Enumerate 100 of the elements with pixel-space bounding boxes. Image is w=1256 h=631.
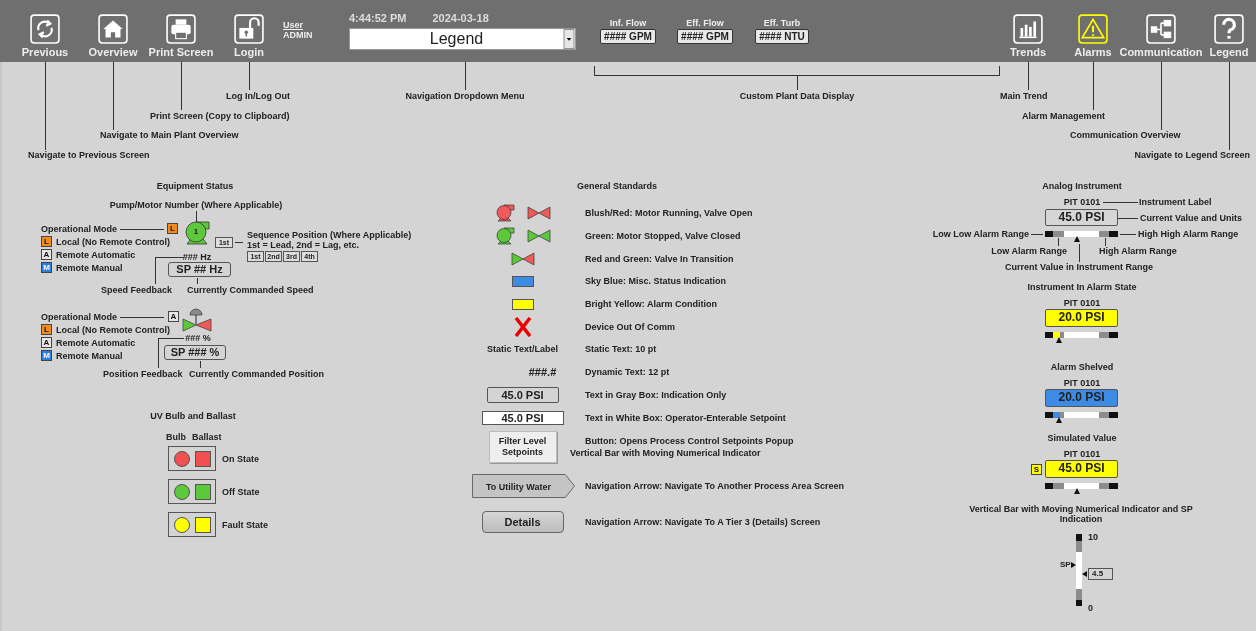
legend-description: Bright Yellow: Alarm Condition bbox=[585, 298, 717, 311]
toolbar-button[interactable]: Trends bbox=[998, 0, 1058, 58]
callout-label: Log In/Log Out bbox=[226, 90, 290, 102]
mode-badge: A bbox=[41, 249, 52, 260]
data-value: #### GPM bbox=[677, 29, 733, 44]
leader-line bbox=[249, 62, 250, 90]
leader-line bbox=[235, 242, 243, 243]
leader-line bbox=[113, 62, 114, 130]
callout-label: High Alarm Range bbox=[1099, 245, 1177, 257]
simulated-badge: S bbox=[1031, 464, 1042, 475]
mode-badge: L bbox=[41, 324, 52, 335]
clock-date: 2024-03-18 bbox=[432, 12, 489, 24]
toolbar-button[interactable]: Previous bbox=[11, 0, 79, 58]
value-box: 20.0 PSI bbox=[1045, 309, 1118, 327]
state-label: On State bbox=[222, 452, 259, 465]
data-label: Eff. Turb bbox=[763, 17, 801, 29]
column-header: Ballast bbox=[192, 431, 222, 443]
section-title: General Standards bbox=[577, 180, 657, 192]
data-value: #### GPM bbox=[600, 29, 656, 44]
leader-line bbox=[1118, 218, 1138, 219]
toolbar-button[interactable]: Alarms bbox=[1068, 0, 1118, 58]
mode-badge: M bbox=[41, 350, 52, 361]
scale-label: 0 bbox=[1088, 602, 1093, 614]
callout-label: Operational Mode bbox=[41, 311, 117, 323]
callout-label: Main Trend bbox=[1000, 90, 1048, 102]
callout-label: Navigate to Legend Screen bbox=[1134, 149, 1250, 161]
leader-line bbox=[120, 229, 164, 230]
legend-description: Sky Blue: Misc. Status Indication bbox=[585, 275, 727, 288]
toolbar-button[interactable]: Overview bbox=[79, 0, 147, 58]
leader-line bbox=[1093, 62, 1094, 110]
mode-badge: L bbox=[41, 236, 52, 247]
callout-label: Alarm Management bbox=[1022, 110, 1106, 122]
leader-line bbox=[1079, 244, 1080, 262]
value-box: 20.0 PSI bbox=[1045, 389, 1118, 407]
leader-line bbox=[1058, 238, 1059, 246]
legend-description: Text in Gray Box: Indication Only bbox=[585, 388, 727, 401]
mode-label: Remote Automatic bbox=[56, 249, 136, 260]
setpoints-button[interactable]: Filter Level Setpoints bbox=[488, 431, 557, 464]
callout-label: Current Value and Units bbox=[1140, 212, 1243, 224]
column-header: Bulb bbox=[166, 431, 186, 443]
leader-line bbox=[1161, 62, 1162, 130]
callout-label: Navigate to Main Plant Overview bbox=[100, 129, 239, 141]
legend-description: Green: Motor Stopped, Valve Closed bbox=[585, 230, 741, 243]
indication-box: 45.0 PSI bbox=[486, 386, 559, 403]
legend-description: Device Out Of Comm bbox=[585, 320, 676, 333]
toolbar-button[interactable]: Communication bbox=[1118, 0, 1204, 58]
pump-icon bbox=[183, 220, 211, 245]
callout-label: Communication Overview bbox=[1070, 129, 1181, 141]
value-box: 45.0 PSI bbox=[1045, 209, 1118, 226]
callout-label: Navigation Dropdown Menu bbox=[405, 90, 525, 102]
mode-badge: L bbox=[167, 223, 178, 234]
feedback-value: ### % bbox=[185, 332, 211, 344]
callout-label: Low Alarm Range bbox=[991, 245, 1067, 257]
toolbar-button[interactable]: Legend bbox=[1204, 0, 1254, 58]
callout-label: Currently Commanded Position bbox=[189, 368, 324, 380]
state-label: Off State bbox=[222, 485, 260, 498]
mode-label: Remote Automatic bbox=[56, 337, 136, 348]
leader-line bbox=[1120, 234, 1136, 235]
leader-line bbox=[1103, 202, 1138, 203]
section-title: Equipment Status bbox=[156, 180, 234, 192]
section-title: Simulated Value bbox=[1047, 432, 1117, 444]
value-indicator: 4.5 bbox=[1088, 567, 1113, 580]
instrument-tag: PIT 0101 bbox=[1063, 448, 1101, 460]
callout-label: 1st = Lead, 2nd = Lag, etc. bbox=[247, 240, 360, 251]
setpoint-box: SP ### % bbox=[164, 345, 226, 360]
callout-label: Operational Mode bbox=[41, 223, 117, 235]
leader-line bbox=[1105, 238, 1106, 246]
legend-description: Static Text: 10 pt bbox=[585, 343, 657, 356]
mode-label: Local (No Remote Control) bbox=[56, 236, 170, 247]
feedback-value: ### Hz bbox=[182, 251, 212, 263]
navigation-dropdown[interactable]: Legend bbox=[349, 28, 576, 50]
data-label: Eff. Flow bbox=[686, 17, 724, 29]
clock-time: 4:44:52 PM bbox=[349, 12, 407, 24]
sample-value: ###.# bbox=[528, 366, 557, 379]
leader-line bbox=[200, 361, 201, 368]
pump-number: 1 bbox=[193, 226, 199, 238]
user-link[interactable]: User bbox=[283, 20, 303, 30]
state-label: Fault State bbox=[222, 518, 268, 531]
callout-label: Current Value in Instrument Range bbox=[1005, 261, 1153, 273]
callout-label: High High Alarm Range bbox=[1138, 228, 1239, 240]
callout-label: Speed Feedback bbox=[101, 284, 173, 296]
callout-label: Navigate to Previous Screen bbox=[28, 149, 150, 161]
data-value: #### NTU bbox=[755, 29, 809, 44]
callout-label: Pump/Motor Number (Where Applicable) bbox=[109, 199, 283, 211]
leader-line bbox=[197, 278, 198, 284]
callout-label: Print Screen (Copy to Clipboard) bbox=[150, 110, 290, 122]
legend-description: Blush/Red: Motor Running, Valve Open bbox=[585, 207, 753, 220]
toolbar-button[interactable]: Login bbox=[215, 0, 283, 58]
valve-icon bbox=[510, 251, 535, 266]
toolbar-button[interactable]: Print Screen bbox=[147, 0, 215, 58]
instrument-tag: PIT 0101 bbox=[1063, 196, 1101, 208]
cross-icon bbox=[513, 316, 532, 337]
section-title: Alarm Shelved bbox=[1050, 361, 1114, 373]
legend-description: Dynamic Text: 12 pt bbox=[585, 366, 670, 379]
legend-description: Vertical Bar with Moving Numerical Indicator bbox=[570, 447, 762, 460]
navigation-arrow-button[interactable]: To Utility Water bbox=[472, 473, 575, 498]
leader-line bbox=[181, 62, 182, 110]
callout-label: Custom Plant Data Display bbox=[739, 90, 855, 102]
legend-description: Button: Opens Process Control Setpoints Popup bbox=[585, 435, 794, 448]
mode-badge: M bbox=[41, 262, 52, 273]
